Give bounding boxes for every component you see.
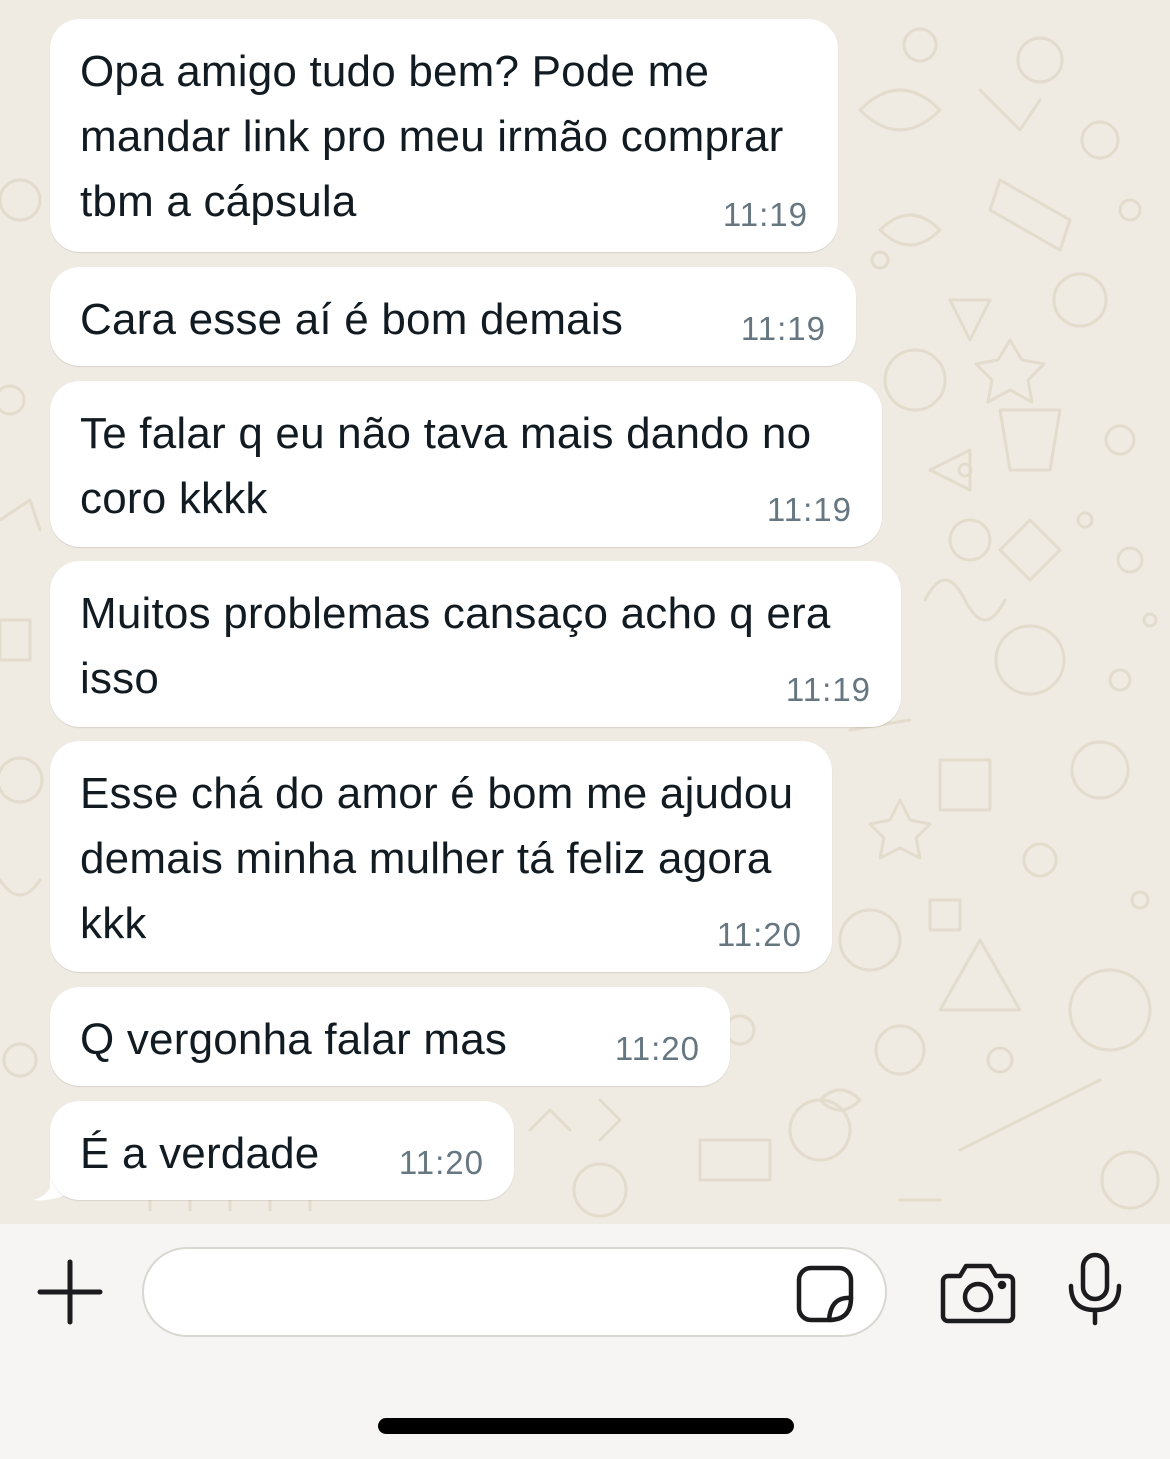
- message-bubble[interactable]: Te falar q eu não tava mais dando no cor…: [50, 381, 882, 547]
- message-input[interactable]: [172, 1263, 792, 1323]
- message-timestamp: 11:20: [614, 1030, 700, 1067]
- message-bubble[interactable]: Q vergonha falar mas 11:20: [50, 987, 730, 1086]
- message-timestamp: 11:19: [740, 310, 826, 347]
- message-timestamp: 11:20: [398, 1144, 484, 1181]
- message-text: Cara esse aí é bom demais: [80, 295, 624, 344]
- plus-icon[interactable]: [36, 1258, 104, 1326]
- camera-icon[interactable]: [940, 1262, 1016, 1324]
- message-timestamp: 11:20: [716, 916, 802, 953]
- message-list[interactable]: Opa amigo tudo bem? Pode me mandar link …: [0, 0, 1170, 1224]
- chat-screen: Opa amigo tudo bem? Pode me mandar link …: [0, 0, 1170, 1459]
- message-text: Esse chá do amor é bom me ajudou demais …: [80, 769, 794, 948]
- message-bubble[interactable]: Cara esse aí é bom demais 11:19: [50, 267, 856, 366]
- sticker-icon[interactable]: [795, 1264, 855, 1324]
- message-timestamp: 11:19: [722, 196, 808, 233]
- message-bubble[interactable]: Muitos problemas cansaço acho q era isso…: [50, 561, 901, 727]
- message-input-field[interactable]: [142, 1247, 887, 1337]
- message-text: Muitos problemas cansaço acho q era isso: [80, 589, 831, 703]
- message-timestamp: 11:19: [766, 491, 852, 528]
- message-bubble[interactable]: É a verdade 11:20: [50, 1101, 514, 1200]
- home-indicator[interactable]: [378, 1418, 794, 1434]
- message-text: Opa amigo tudo bem? Pode me mandar link …: [80, 47, 784, 226]
- microphone-icon[interactable]: [1066, 1252, 1124, 1326]
- message-bubble[interactable]: Esse chá do amor é bom me ajudou demais …: [50, 741, 832, 972]
- message-text: Te falar q eu não tava mais dando no cor…: [80, 409, 812, 523]
- message-timestamp: 11:19: [785, 671, 871, 708]
- message-bubble[interactable]: Opa amigo tudo bem? Pode me mandar link …: [50, 19, 838, 252]
- message-text: Q vergonha falar mas: [80, 1015, 508, 1064]
